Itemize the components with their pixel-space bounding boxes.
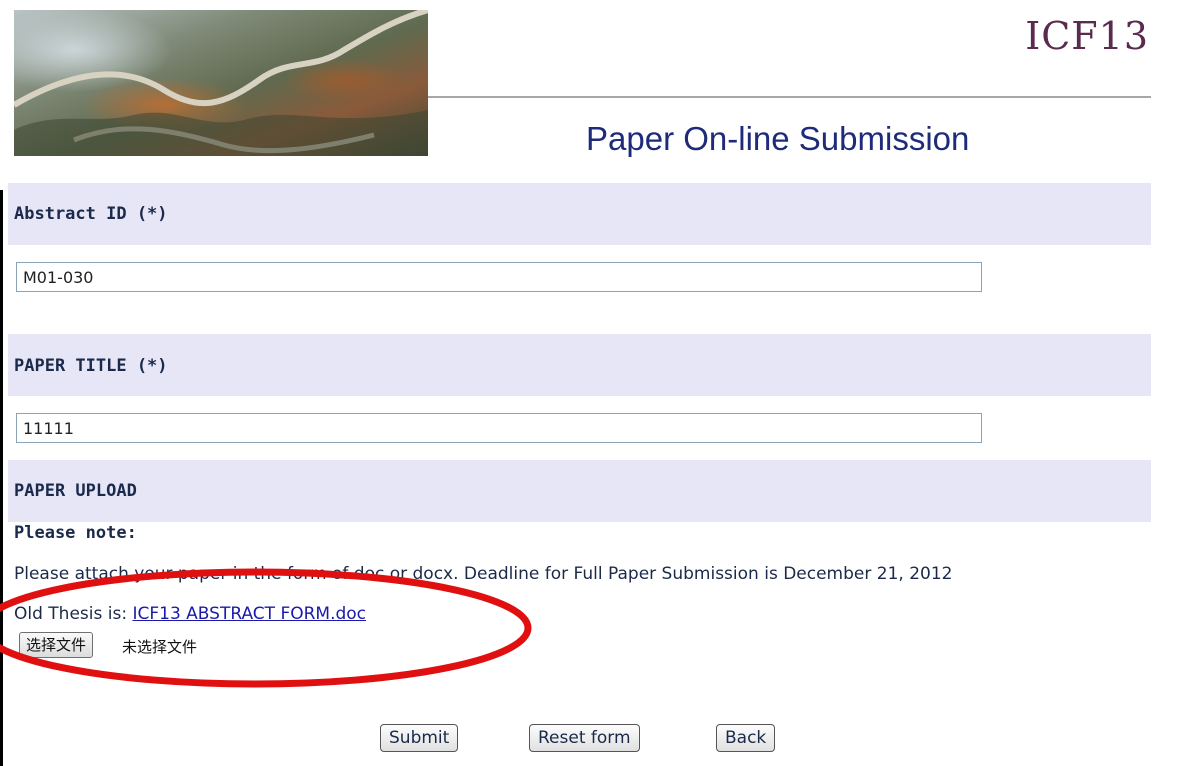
file-status-text: 未选择文件: [122, 638, 198, 656]
choose-file-button[interactable]: 选择文件: [19, 632, 94, 658]
abstract-id-input[interactable]: [16, 262, 982, 292]
please-note-label: Please note:: [14, 523, 137, 543]
paper-upload-label: PAPER UPLOAD: [14, 481, 137, 501]
old-thesis-link[interactable]: ICF13 ABSTRACT FORM.doc: [132, 604, 366, 624]
upload-instructions: Please attach your paper in the form of …: [14, 564, 953, 584]
back-button[interactable]: Back: [716, 724, 776, 752]
abstract-id-label: Abstract ID (*): [14, 204, 168, 224]
paper-upload-band: [8, 460, 1151, 522]
paper-title-input[interactable]: [16, 413, 982, 443]
paper-title-band: [8, 334, 1151, 396]
conference-brand: ICF13: [1025, 14, 1149, 58]
paper-title-label: PAPER TITLE (*): [14, 356, 168, 376]
page-title: Paper On-line Submission: [586, 120, 970, 157]
old-thesis-line: Old Thesis is: ICF13 ABSTRACT FORM.doc: [14, 604, 366, 624]
header-divider: [428, 96, 1151, 98]
abstract-id-band: [8, 183, 1151, 245]
window-left-edge: [0, 190, 3, 766]
great-wall-banner-image: [14, 10, 428, 156]
submit-button[interactable]: Submit: [380, 724, 459, 752]
reset-form-button[interactable]: Reset form: [529, 724, 640, 752]
old-thesis-prefix: Old Thesis is:: [14, 604, 133, 624]
